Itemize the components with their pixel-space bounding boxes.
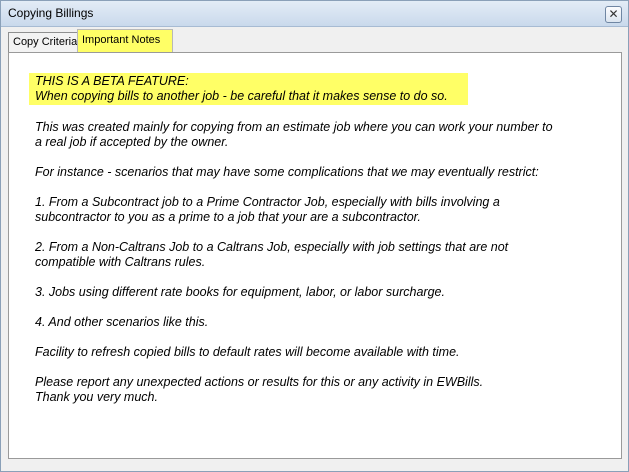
scenario-2-line-2: compatible with Caltrans rules. [35,255,206,269]
close-icon: ✕ [608,7,619,21]
scenario-1-line-1: 1. From a Subcontract job to a Prime Con… [35,195,500,209]
tab-important-notes[interactable]: Important Notes [77,29,173,52]
scenario-item-1: 1. From a Subcontract job to a Prime Con… [35,195,605,225]
beta-heading: THIS IS A BETA FEATURE: [35,74,189,88]
scenarios-intro: For instance - scenarios that may have s… [35,165,539,179]
report-paragraph: Please report any unexpected actions or … [35,375,605,405]
scenario-item-3: 3. Jobs using different rate books for e… [35,285,445,299]
scenario-1-line-2: subcontractor to you as a prime to a job… [35,210,421,224]
scenario-item-2: 2. From a Non-Caltrans Job to a Caltrans… [35,240,605,270]
beta-highlight: THIS IS A BETA FEATURE: When copying bil… [29,73,468,105]
title-bar[interactable]: Copying Billings ✕ [1,1,628,27]
close-button[interactable]: ✕ [605,6,622,23]
beta-caution: When copying bills to another job - be c… [35,89,448,103]
important-notes-panel: THIS IS A BETA FEATURE: When copying bil… [8,52,622,459]
scenario-item-4: 4. And other scenarios like this. [35,315,209,329]
copying-billings-window: Copying Billings ✕ Copy Criteria Importa… [0,0,629,472]
beta-warning: THIS IS A BETA FEATURE: When copying bil… [29,73,605,105]
scenario-2-line-1: 2. From a Non-Caltrans Job to a Caltrans… [35,240,509,254]
report-line: Please report any unexpected actions or … [35,375,484,389]
thanks-line: Thank you very much. [35,390,158,404]
refresh-note: Facility to refresh copied bills to defa… [35,345,460,359]
notes-text: THIS IS A BETA FEATURE: When copying bil… [29,73,605,420]
purpose-line-1: This was created mainly for copying from… [35,120,553,134]
purpose-line-2: a real job if accepted by the owner. [35,135,229,149]
purpose-paragraph: This was created mainly for copying from… [35,120,605,150]
tab-copy-criteria[interactable]: Copy Criteria [8,32,82,52]
window-title: Copying Billings [8,6,94,20]
